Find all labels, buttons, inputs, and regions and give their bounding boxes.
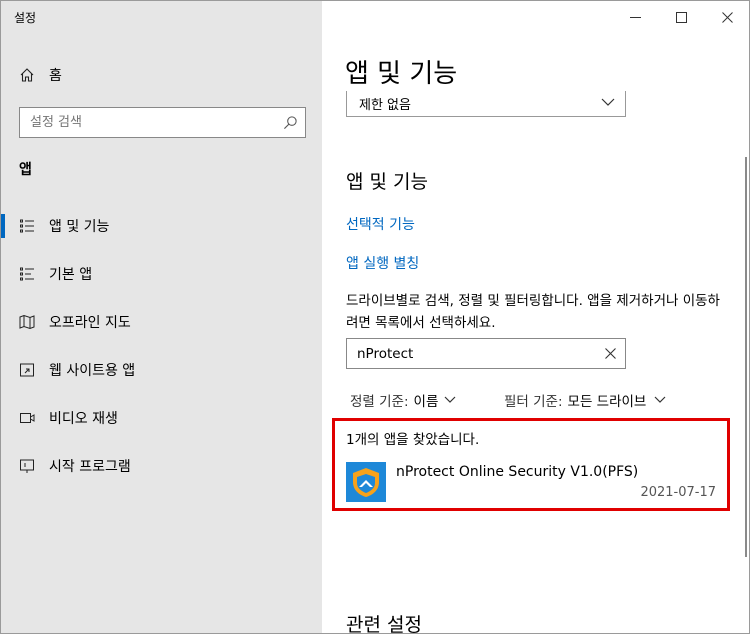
sidebar-item-offline-maps[interactable]: 오프라인 지도 [1,298,322,346]
app-execution-aliases-link[interactable]: 앱 실행 별칭 [346,253,419,273]
search-icon [284,116,297,129]
app-install-date: 2021-07-17 [640,485,716,500]
sidebar-item-label: 시작 프로그램 [49,459,131,475]
nprotect-app-icon [346,462,386,502]
apps-for-websites-icon [20,363,34,377]
sidebar-nav: 앱 및 기능 기본 앱 오프라인 지도 웹 사이트용 앱 비디오 재생 시작 프… [1,202,322,490]
related-settings-title: 관련 설정 [346,614,422,634]
startup-icon [20,459,34,473]
drive-filter-dropdown[interactable]: 필터 기준: 모든 드라이브 [504,390,666,410]
app-name: nProtect Online Security V1.0(PFS) [396,464,639,480]
apps-features-icon [20,219,34,233]
main-content: 앱 및 기능 제한 없음 앱 및 기능 선택적 기능 앱 실행 별칭 드라이브별… [322,1,749,634]
result-count-text: 1개의 앱을 찾았습니다. [346,432,480,448]
chevron-down-icon [444,396,456,403]
minimize-icon [629,16,641,18]
sidebar-item-label: 웹 사이트용 앱 [49,363,136,379]
close-button[interactable] [704,1,749,33]
sidebar-item-startup[interactable]: 시작 프로그램 [1,442,322,490]
sort-label: 정렬 기준: [350,394,409,410]
titlebar-controls [612,1,749,33]
offline-maps-icon [19,314,35,330]
maximize-button[interactable] [658,1,704,33]
sidebar-home[interactable]: 홈 [19,63,62,87]
sort-value: 이름 [413,394,439,410]
section-title: 앱 및 기능 [346,171,428,193]
app-search-box[interactable] [346,338,626,369]
window-title: 설정 [14,11,37,25]
availability-filter-value: 제한 없음 [359,98,411,113]
sidebar-item-label: 비디오 재생 [49,411,118,427]
sidebar-item-label: 오프라인 지도 [49,315,131,331]
close-icon [721,11,733,23]
default-apps-icon [20,267,34,281]
sidebar-item-apps-features[interactable]: 앱 및 기능 [1,202,322,250]
optional-features-link[interactable]: 선택적 기능 [346,214,415,234]
clear-icon[interactable] [605,348,616,359]
app-list-item[interactable]: nProtect Online Security V1.0(PFS) 2021-… [346,462,718,502]
sidebar-home-label: 홈 [49,68,62,84]
home-icon [20,68,34,82]
app-search-input[interactable] [347,339,587,368]
settings-window: 설정 홈 앱 [0,0,750,634]
sort-dropdown[interactable]: 정렬 기준: 이름 [350,390,456,410]
settings-search-box[interactable] [19,107,306,138]
maximize-icon [675,11,687,23]
settings-search-input[interactable] [20,108,270,137]
description-text: 드라이브별로 검색, 정렬 및 필터링합니다. 앱을 제거하거나 이동하려면 목… [346,293,720,331]
sidebar: 설정 홈 앱 [1,1,322,633]
filter-label: 필터 기준: [504,394,563,410]
sidebar-item-label: 기본 앱 [49,267,93,283]
sidebar-section-header: 앱 [19,162,32,178]
page-title: 앱 및 기능 [345,59,458,89]
chevron-down-icon [654,396,666,403]
scrollbar[interactable] [745,157,747,557]
sidebar-item-default-apps[interactable]: 기본 앱 [1,250,322,298]
minimize-button[interactable] [612,1,658,33]
filter-value: 모든 드라이브 [567,394,647,410]
sidebar-item-label: 앱 및 기능 [49,219,110,235]
chevron-down-icon [601,98,615,106]
video-playback-icon [20,413,35,423]
availability-filter-dropdown[interactable]: 제한 없음 [346,91,626,117]
sidebar-item-apps-for-websites[interactable]: 웹 사이트용 앱 [1,346,322,394]
sidebar-item-video-playback[interactable]: 비디오 재생 [1,394,322,442]
